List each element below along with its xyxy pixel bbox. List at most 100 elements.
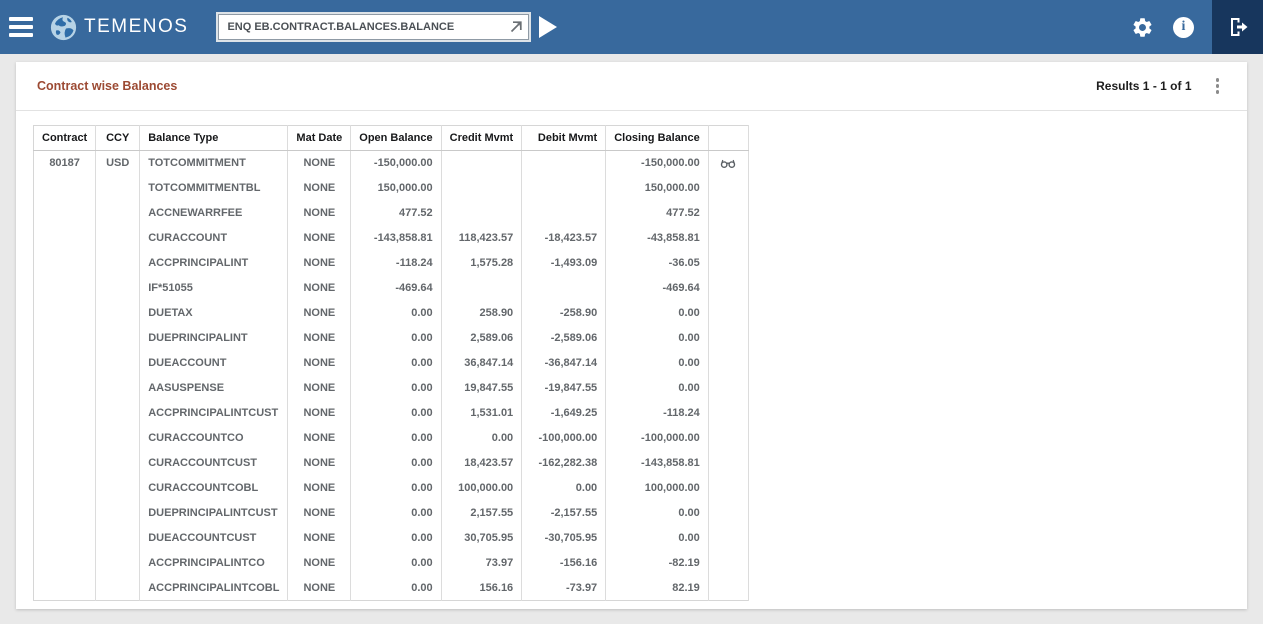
cell-mat_date: NONE — [288, 351, 351, 376]
cell-balance_type: DUETAX — [140, 301, 288, 326]
sign-out-button[interactable] — [1212, 0, 1263, 54]
column-header: CCY — [96, 126, 140, 151]
command-input[interactable] — [218, 14, 529, 40]
cell-balance_type: CURACCOUNTCOBL — [140, 476, 288, 501]
cell-balance_type: DUEACCOUNT — [140, 351, 288, 376]
cell-credit_mvmt: 73.97 — [441, 551, 522, 576]
cell-action — [708, 526, 748, 551]
cell-balance_type: ACCNEWARRFEE — [140, 201, 288, 226]
cell-credit_mvmt: 2,589.06 — [441, 326, 522, 351]
cell-open_balance: 0.00 — [351, 551, 441, 576]
cell-mat_date: NONE — [288, 401, 351, 426]
cell-debit_mvmt: -73.97 — [522, 576, 606, 601]
table-row: CURACCOUNTNONE-143,858.81118,423.57-18,4… — [34, 226, 749, 251]
topbar: TEMENOS i — [0, 0, 1263, 54]
cell-action — [708, 351, 748, 376]
brand-name: TEMENOS — [84, 16, 188, 38]
table-row: CURACCOUNTCOBLNONE0.00100,000.000.00100,… — [34, 476, 749, 501]
cell-closing_balance: -143,858.81 — [606, 451, 709, 476]
results-card: Contract wise Balances Results 1 - 1 of … — [16, 62, 1247, 609]
cell-ccy — [96, 251, 140, 276]
cell-contract — [34, 276, 96, 301]
cell-open_balance: 150,000.00 — [351, 176, 441, 201]
cell-debit_mvmt — [522, 151, 606, 176]
cell-debit_mvmt — [522, 201, 606, 226]
cell-debit_mvmt: -100,000.00 — [522, 426, 606, 451]
cell-closing_balance: 0.00 — [606, 526, 709, 551]
table-row: DUETAXNONE0.00258.90-258.900.00 — [34, 301, 749, 326]
cell-ccy — [96, 226, 140, 251]
table-row: DUEPRINCIPALINTCUSTNONE0.002,157.55-2,15… — [34, 501, 749, 526]
run-command-button[interactable] — [539, 14, 565, 40]
cell-mat_date: NONE — [288, 176, 351, 201]
cell-contract — [34, 201, 96, 226]
cell-closing_balance: 0.00 — [606, 301, 709, 326]
cell-action — [708, 376, 748, 401]
cell-contract — [34, 326, 96, 351]
cell-ccy — [96, 351, 140, 376]
cell-mat_date: NONE — [288, 576, 351, 601]
settings-gear-icon[interactable] — [1131, 16, 1154, 39]
column-header: Debit Mvmt — [522, 126, 606, 151]
cell-credit_mvmt — [441, 176, 522, 201]
table-row: CURACCOUNTCUSTNONE0.0018,423.57-162,282.… — [34, 451, 749, 476]
cell-open_balance: 0.00 — [351, 301, 441, 326]
cell-contract — [34, 576, 96, 601]
cell-action — [708, 476, 748, 501]
column-header: Contract — [34, 126, 96, 151]
cell-open_balance: -143,858.81 — [351, 226, 441, 251]
cell-balance_type: ACCPRINCIPALINTCUST — [140, 401, 288, 426]
cell-debit_mvmt: -18,423.57 — [522, 226, 606, 251]
cell-ccy — [96, 551, 140, 576]
cell-open_balance: 0.00 — [351, 401, 441, 426]
cell-balance_type: ACCPRINCIPALINT — [140, 251, 288, 276]
info-icon[interactable]: i — [1173, 17, 1194, 38]
cell-mat_date: NONE — [288, 376, 351, 401]
cell-contract — [34, 376, 96, 401]
more-options-icon[interactable] — [1213, 75, 1223, 97]
cell-credit_mvmt: 0.00 — [441, 426, 522, 451]
cell-ccy — [96, 426, 140, 451]
cell-action — [708, 501, 748, 526]
cell-ccy — [96, 176, 140, 201]
cell-mat_date: NONE — [288, 501, 351, 526]
cell-mat_date: NONE — [288, 151, 351, 176]
menu-icon[interactable] — [9, 17, 33, 37]
cell-credit_mvmt — [441, 151, 522, 176]
cell-mat_date: NONE — [288, 551, 351, 576]
cell-closing_balance: 0.00 — [606, 351, 709, 376]
cell-ccy — [96, 476, 140, 501]
cell-contract — [34, 351, 96, 376]
table-row: DUEACCOUNTNONE0.0036,847.14-36,847.140.0… — [34, 351, 749, 376]
view-details-icon[interactable] — [720, 157, 736, 169]
cell-closing_balance: -469.64 — [606, 276, 709, 301]
cell-credit_mvmt — [441, 201, 522, 226]
cell-open_balance: 0.00 — [351, 576, 441, 601]
page-title: Contract wise Balances — [37, 79, 177, 93]
table-zone: ContractCCYBalance TypeMat DateOpen Bala… — [16, 111, 1247, 608]
cell-contract — [34, 476, 96, 501]
cell-balance_type: TOTCOMMITMENTBL — [140, 176, 288, 201]
cell-credit_mvmt: 258.90 — [441, 301, 522, 326]
table-row: ACCPRINCIPALINTCUSTNONE0.001,531.01-1,64… — [34, 401, 749, 426]
cell-closing_balance: -36.05 — [606, 251, 709, 276]
cell-mat_date: NONE — [288, 451, 351, 476]
cell-open_balance: 0.00 — [351, 426, 441, 451]
cell-closing_balance: -43,858.81 — [606, 226, 709, 251]
sign-out-icon — [1226, 15, 1250, 39]
cell-mat_date: NONE — [288, 251, 351, 276]
cell-ccy: USD — [96, 151, 140, 176]
cell-action — [708, 451, 748, 476]
cell-contract — [34, 501, 96, 526]
cell-action — [708, 176, 748, 201]
cell-debit_mvmt: -19,847.55 — [522, 376, 606, 401]
cell-open_balance: 0.00 — [351, 326, 441, 351]
expand-command-icon[interactable] — [508, 19, 524, 35]
table-row: DUEPRINCIPALINTNONE0.002,589.06-2,589.06… — [34, 326, 749, 351]
table-row: DUEACCOUNTCUSTNONE0.0030,705.95-30,705.9… — [34, 526, 749, 551]
cell-open_balance: 0.00 — [351, 376, 441, 401]
cell-credit_mvmt — [441, 276, 522, 301]
cell-balance_type: CURACCOUNTCO — [140, 426, 288, 451]
cell-action — [708, 576, 748, 601]
results-count: Results 1 - 1 of 1 — [1096, 79, 1191, 93]
